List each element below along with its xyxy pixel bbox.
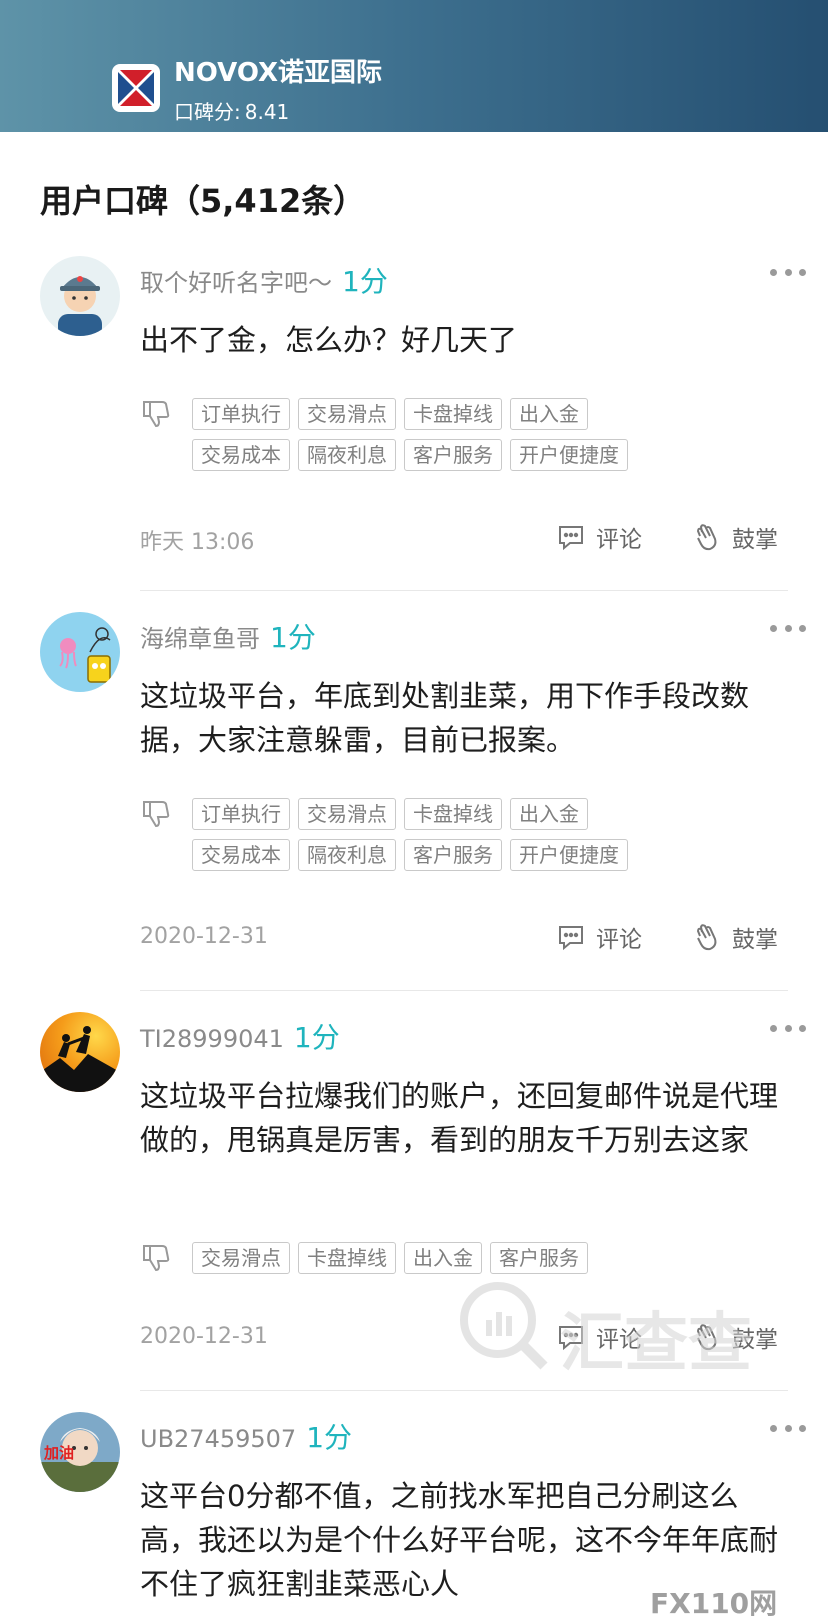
review-username[interactable]: UB27459507 1分 <box>140 1416 352 1456</box>
avatar[interactable] <box>40 1012 120 1092</box>
tag: 交易滑点 <box>192 1242 290 1274</box>
review-username[interactable]: 海绵章鱼哥 1分 <box>140 616 316 656</box>
divider <box>140 990 788 991</box>
score-label: 口碑分: <box>174 100 241 124</box>
tag: 交易成本 <box>192 839 290 871</box>
tag: 出入金 <box>510 398 588 430</box>
review-score: 1分 <box>342 265 388 298</box>
app-header: NOVOX诺亚国际 口碑分: 8.41 <box>0 0 828 132</box>
comment-icon <box>559 1326 583 1351</box>
comment-label: 评论 <box>596 927 642 953</box>
tag-list: 订单执行 交易滑点 卡盘掉线 出入金 交易成本 隔夜利息 客户服务 开户便捷度 <box>192 798 692 880</box>
tag: 卡盘掉线 <box>404 798 502 830</box>
section-title: 用户口碑（5,412条） <box>40 182 366 220</box>
comment-label: 评论 <box>596 527 642 553</box>
brand-score: 口碑分: 8.41 <box>174 96 289 125</box>
tag: 客户服务 <box>404 439 502 471</box>
comment-button[interactable]: 评论 <box>556 1320 642 1354</box>
thumbs-down-icon <box>140 398 172 430</box>
thumbs-down-icon <box>140 1242 172 1274</box>
divider <box>140 590 788 591</box>
tag: 客户服务 <box>404 839 502 871</box>
username-text: 海绵章鱼哥 <box>140 625 260 653</box>
username-text: 取个好听名字吧～ <box>140 269 332 297</box>
score-value: 8.41 <box>244 100 290 124</box>
username-text: TI28999041 <box>140 1025 284 1053</box>
applaud-button[interactable]: 鼓掌 <box>692 1320 778 1354</box>
review-score: 1分 <box>306 1421 353 1454</box>
review-score: 1分 <box>270 621 316 654</box>
comment-icon <box>559 526 583 551</box>
tag-list: 订单执行 交易滑点 卡盘掉线 出入金 交易成本 隔夜利息 客户服务 开户便捷度 <box>192 398 692 480</box>
tag: 出入金 <box>510 798 588 830</box>
username-text: UB27459507 <box>140 1425 297 1453</box>
brand-name: NOVOX诺亚国际 <box>174 58 383 88</box>
avatar[interactable] <box>40 256 120 336</box>
applaud-label: 鼓掌 <box>732 1327 778 1353</box>
more-options-icon[interactable] <box>770 1422 806 1434</box>
clap-icon <box>696 1324 717 1351</box>
review-content: 这垃圾平台，年底到处割韭菜，用下作手段改数据，大家注意躲雷，目前已报案。 <box>140 679 750 757</box>
applaud-button[interactable]: 鼓掌 <box>692 520 778 554</box>
more-options-icon[interactable] <box>770 1022 806 1034</box>
tag: 交易滑点 <box>298 398 396 430</box>
applaud-label: 鼓掌 <box>732 927 778 953</box>
avatar[interactable] <box>40 612 120 692</box>
thumbs-down-icon <box>140 798 172 830</box>
review-content: 这垃圾平台拉爆我们的账户，还回复邮件说是代理做的，甩锅真是厉害，看到的朋友千万别… <box>140 1079 779 1157</box>
watermark-corner: FX110网 <box>650 1587 778 1620</box>
review-date: 昨天 13:06 <box>140 530 255 555</box>
comment-label: 评论 <box>596 1327 642 1353</box>
more-options-icon[interactable] <box>770 622 806 634</box>
tag: 出入金 <box>404 1242 482 1274</box>
review-score: 1分 <box>293 1021 340 1054</box>
tag: 交易成本 <box>192 439 290 471</box>
tag: 订单执行 <box>192 798 290 830</box>
tag: 开户便捷度 <box>510 439 628 471</box>
comment-button[interactable]: 评论 <box>556 520 642 554</box>
tag: 隔夜利息 <box>298 839 396 871</box>
tag: 交易滑点 <box>298 798 396 830</box>
tag: 开户便捷度 <box>510 839 628 871</box>
tag: 客户服务 <box>490 1242 588 1274</box>
avatar[interactable]: 加油 <box>40 1412 120 1492</box>
brand-logo-icon <box>112 64 160 112</box>
comment-icon <box>559 926 583 951</box>
tag-list: 交易滑点 卡盘掉线 出入金 客户服务 <box>192 1242 692 1283</box>
review-content: 出不了金，怎么办？好几天了 <box>140 323 518 357</box>
divider <box>140 1390 788 1391</box>
clap-icon <box>696 524 717 551</box>
more-options-icon[interactable] <box>770 266 806 278</box>
tag: 隔夜利息 <box>298 439 396 471</box>
tag: 卡盘掉线 <box>298 1242 396 1274</box>
applaud-label: 鼓掌 <box>732 527 778 553</box>
review-date: 2020-12-31 <box>140 924 268 949</box>
watermark-logo-icon <box>460 1282 548 1370</box>
review-username[interactable]: 取个好听名字吧～ 1分 <box>140 260 388 300</box>
tag: 卡盘掉线 <box>404 398 502 430</box>
comment-button[interactable]: 评论 <box>556 920 642 954</box>
clap-icon <box>696 924 717 951</box>
review-date: 2020-12-31 <box>140 1324 268 1349</box>
avatar-text: 加油 <box>44 1444 75 1462</box>
applaud-button[interactable]: 鼓掌 <box>692 920 778 954</box>
review-username[interactable]: TI28999041 1分 <box>140 1016 340 1056</box>
tag: 订单执行 <box>192 398 290 430</box>
